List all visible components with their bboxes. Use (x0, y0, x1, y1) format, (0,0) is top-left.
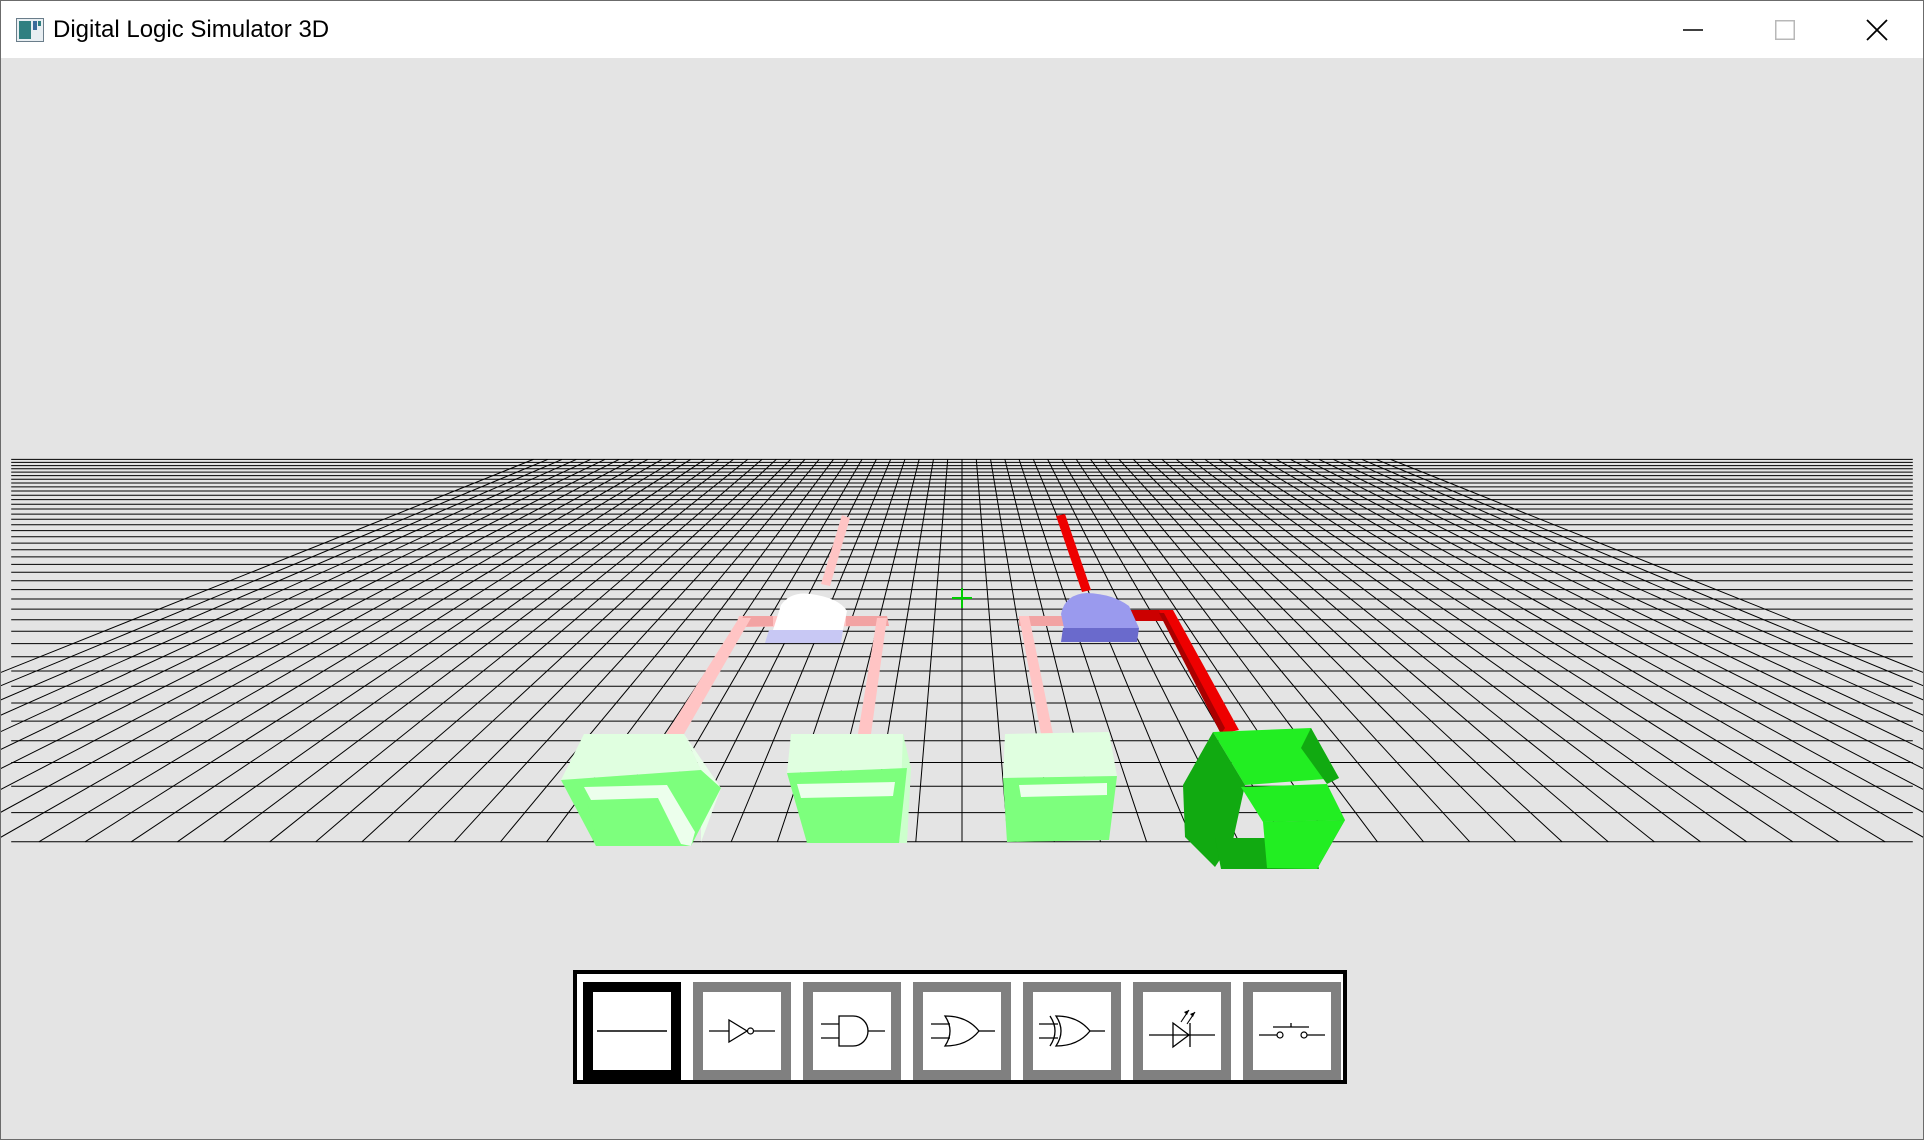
close-button[interactable] (1831, 1, 1923, 58)
input-switch-2[interactable] (787, 734, 911, 843)
title-bar[interactable]: Digital Logic Simulator 3D (1, 1, 1923, 58)
wire-switch2-to-gate1[interactable] (858, 618, 887, 734)
app-window: Digital Logic Simulator 3D (0, 0, 1924, 1140)
component-toolbar (573, 970, 1347, 1084)
tool-switch[interactable] (1243, 982, 1341, 1080)
wire-icon (597, 1030, 667, 1032)
3d-viewport[interactable] (1, 58, 1923, 1139)
output-switch-on[interactable] (1183, 728, 1345, 869)
gate2-body (1061, 593, 1139, 628)
xor-gate-icon (1039, 1015, 1105, 1047)
and-gate-icon (821, 1015, 885, 1047)
window-title: Digital Logic Simulator 3D (53, 16, 330, 43)
wire-switch3-to-gate2[interactable] (1019, 616, 1053, 734)
input-switch-3[interactable] (1003, 732, 1117, 842)
close-icon (1866, 18, 1888, 41)
input-switch-1[interactable] (561, 734, 721, 846)
floor-grid (1, 458, 1923, 843)
minimize-icon (1683, 28, 1703, 31)
maximize-icon (1775, 19, 1795, 40)
gate1-base (765, 630, 843, 643)
tool-led[interactable] (1133, 982, 1231, 1080)
output-button-top (1241, 784, 1345, 822)
switch2-front (787, 768, 907, 843)
tool-wire[interactable] (583, 982, 681, 1080)
switch2-top (787, 734, 907, 773)
not-gate-icon (709, 1018, 775, 1044)
wires (666, 514, 1239, 734)
minimize-button[interactable] (1647, 1, 1739, 58)
tool-and-gate[interactable] (803, 982, 901, 1080)
wire-gate1-output[interactable] (821, 515, 850, 586)
maximize-button[interactable] (1739, 1, 1831, 58)
switch3-edge (1019, 783, 1107, 797)
or-gate-icon (931, 1015, 995, 1047)
switch2-edge (797, 782, 895, 798)
switch3-top (1003, 732, 1117, 778)
and-gate-off[interactable] (765, 593, 847, 643)
gate2-base (1061, 628, 1139, 642)
output-button-face (1263, 820, 1345, 869)
and-gate-on[interactable] (1061, 593, 1139, 642)
tool-or-gate[interactable] (913, 982, 1011, 1080)
switch-icon (1259, 1023, 1325, 1039)
led-icon (1149, 1009, 1215, 1049)
wire-switch1-to-gate1[interactable] (666, 618, 751, 734)
tool-not-gate[interactable] (693, 982, 791, 1080)
crosshair-icon (952, 588, 972, 608)
app-logo-icon (16, 18, 44, 42)
tool-xor-gate[interactable] (1023, 982, 1121, 1080)
